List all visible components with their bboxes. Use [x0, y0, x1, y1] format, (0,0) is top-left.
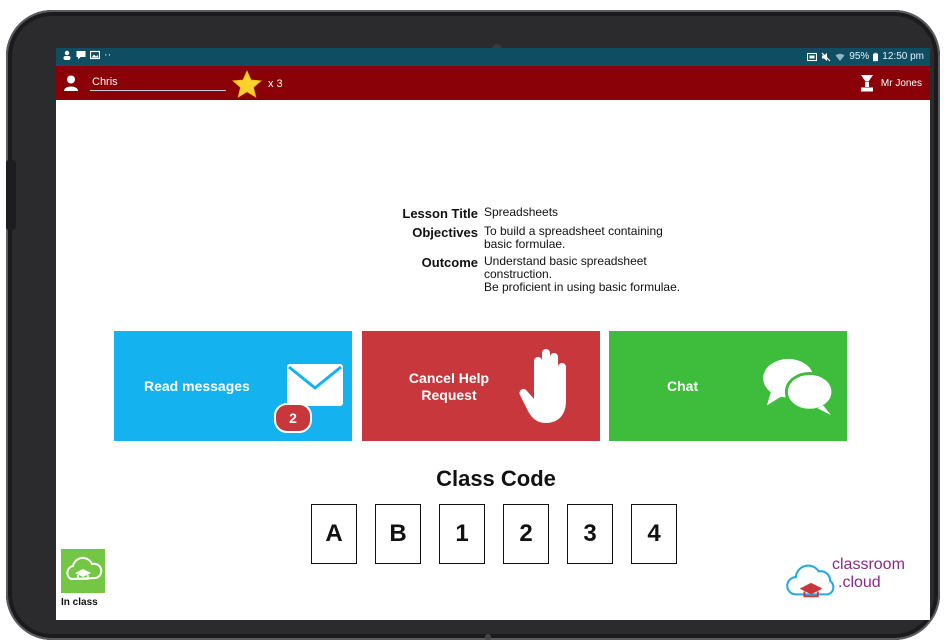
class-code-char: 3 [567, 504, 613, 564]
chat-button[interactable]: Chat [609, 331, 847, 441]
speech-bubbles-icon [763, 358, 835, 416]
user-icon [64, 75, 78, 91]
status-time: 12:50 pm [882, 51, 924, 62]
chat-icon [76, 51, 86, 60]
class-code-char: 1 [439, 504, 485, 564]
class-code-char: 2 [503, 504, 549, 564]
status-bar: ·· 95% 12:50 pm [56, 48, 930, 66]
wifi-icon [835, 53, 845, 61]
cancel-help-label-line-2: Request [421, 387, 477, 403]
outcome-line-2: Be proficient in using basic formulae. [484, 280, 681, 294]
person-icon [63, 50, 71, 60]
lesson-details: Lesson Title Spreadsheets Objectives To … [356, 206, 776, 298]
outcome-row: Outcome Understand basic spreadsheet con… [356, 255, 776, 294]
outcome-label: Outcome [421, 255, 478, 270]
in-class-button[interactable] [61, 549, 105, 593]
status-icons-left: ·· [62, 49, 112, 61]
raised-hand-icon [519, 349, 566, 423]
teacher-icon [861, 75, 873, 92]
cloud-graduation-icon [66, 556, 103, 581]
battery-level: 95% [849, 51, 870, 62]
class-code-char: B [375, 504, 421, 564]
objectives-row: Objectives To build a spreadsheet contai… [356, 225, 776, 251]
image-icon [90, 50, 100, 60]
lesson-title-label: Lesson Title [402, 206, 478, 221]
objectives-value: To build a spreadsheet containing basic … [484, 224, 663, 251]
tablet-frame: ·· 95% 12:50 pm x 3 M [6, 10, 940, 640]
classroom-cloud-logo: classroom .cloud [784, 552, 924, 602]
teacher-name: Mr Jones [880, 78, 922, 89]
read-messages-button[interactable]: Read messages [114, 331, 352, 441]
cast-icon [807, 52, 818, 61]
tablet-side-button [6, 160, 16, 230]
battery-icon [873, 52, 879, 61]
mute-icon [821, 52, 831, 61]
envelope-icon [287, 364, 343, 406]
app-header-bar: x 3 Mr Jones [56, 66, 930, 100]
class-code-char: A [311, 504, 357, 564]
logo-text-line-1: classroom [832, 556, 905, 573]
cancel-help-label: Cancel Help Request [394, 370, 504, 404]
outcome-line-1: Understand basic spreadsheet constructio… [484, 254, 647, 281]
objectives-label: Objectives [412, 225, 478, 240]
logo-text-line-2: .cloud [838, 574, 881, 591]
class-code-char: 4 [631, 504, 677, 564]
lesson-title-row: Lesson Title Spreadsheets [356, 205, 776, 222]
student-name-field[interactable] [90, 74, 226, 91]
star-count: x 3 [268, 78, 283, 90]
unread-count-badge: 2 [274, 403, 312, 433]
home-sensor [485, 634, 491, 640]
cancel-help-label-line-1: Cancel Help [408, 370, 490, 386]
app-screen: ·· 95% 12:50 pm x 3 M [56, 48, 930, 620]
outcome-value: Understand basic spreadsheet constructio… [484, 255, 692, 294]
read-messages-label: Read messages [144, 378, 250, 394]
chat-label: Chat [667, 378, 699, 394]
lesson-title-value: Spreadsheets [484, 205, 559, 219]
class-code-title: Class Code [436, 466, 556, 491]
cancel-help-request-button[interactable]: Cancel Help Request [362, 331, 600, 441]
status-icons-right: 95% 12:50 pm [807, 51, 924, 62]
in-class-label: In class [61, 597, 98, 608]
more-icon: ·· [104, 49, 112, 61]
star-icon [232, 70, 262, 98]
